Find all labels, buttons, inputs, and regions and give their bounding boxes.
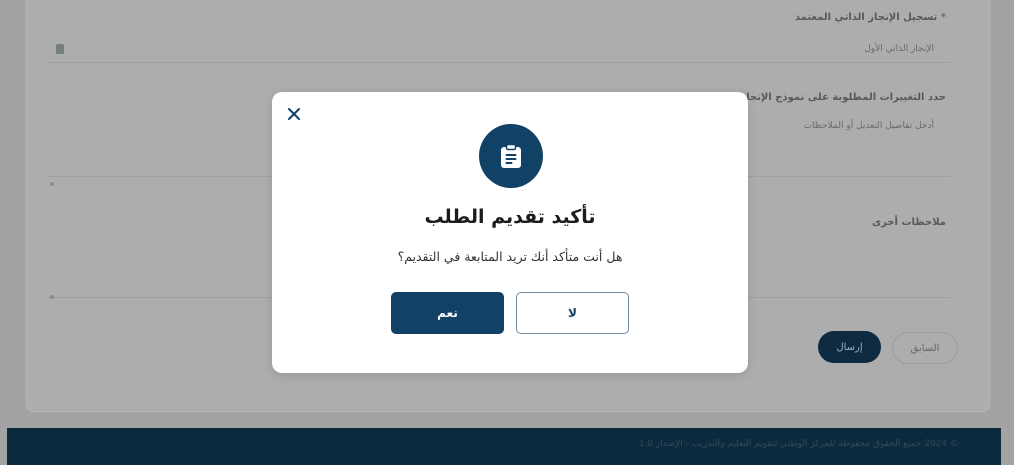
page-footer: © 2024 جميع الحقوق محفوظة للمركز الوطني … [7,428,1001,465]
required-mark: * [940,12,946,23]
footer-text: © 2024 جميع الحقوق محفوظة للمركز الوطني … [638,439,959,449]
resize-handle-icon[interactable] [50,295,54,299]
field1-input[interactable]: الإنجاز الذاتي الأول [48,37,950,63]
confirm-dialog: تأكيد تقديم الطلب هل أنت متأكد أنك تريد … [272,92,748,373]
confirm-yes-button[interactable]: نعم [391,292,504,334]
clipboard-icon [501,143,521,168]
dialog-title: تأكيد تقديم الطلب [424,206,596,228]
confirm-no-button[interactable]: لا [516,292,629,334]
field3-label: ملاحظات أخرى [871,217,946,228]
dialog-message: هل أنت متأكد أنك تريد المتابعة في التقدي… [397,249,623,264]
previous-button[interactable]: السابق [892,332,958,364]
clipboard-icon-badge [479,124,543,188]
resize-handle-icon[interactable] [50,182,54,186]
upload-icon[interactable] [56,44,64,54]
field1-label: * تسجيل الإنجاز الذاتي المعتمد [794,12,946,23]
close-icon[interactable] [284,104,304,124]
send-button[interactable]: إرسال [818,331,881,363]
